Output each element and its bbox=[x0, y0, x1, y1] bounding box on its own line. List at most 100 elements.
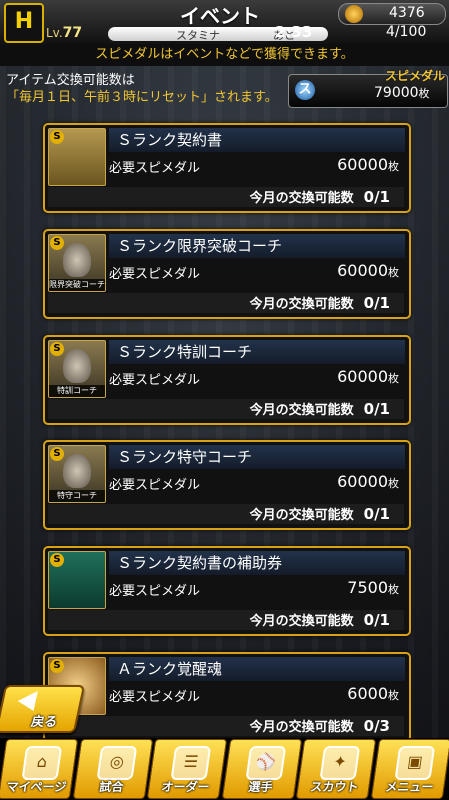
nav-item-home[interactable]: ⌂ マイページ bbox=[0, 739, 79, 799]
exchange-count-row: 今月の交換可能数 0/1 bbox=[48, 610, 404, 630]
item-price-unit: 枚 bbox=[388, 266, 399, 279]
level-prefix: Lv. bbox=[46, 26, 63, 40]
exchange-item-card[interactable]: S 特守コーチ Ｓランク特守コーチ 必要スピメダル 60000枚 今月の交換可能… bbox=[43, 440, 411, 530]
coach-icon: S 限界突破コーチ bbox=[48, 234, 106, 292]
coach-portrait bbox=[63, 243, 91, 277]
reset-info-line2: 「毎月１日、午前３時にリセット」されます。 bbox=[6, 90, 278, 105]
exchange-item-card[interactable]: S 限界突破コーチ Ｓランク限界突破コーチ 必要スピメダル 60000枚 今月の… bbox=[43, 229, 411, 319]
rank-badge-icon: S bbox=[50, 130, 64, 144]
item-name: Ｓランク特訓コーチ bbox=[109, 340, 405, 364]
back-button-label: 戻る bbox=[29, 715, 59, 730]
item-price-value: 60000 bbox=[337, 155, 388, 174]
item-price-value: 6000 bbox=[347, 684, 388, 703]
coach-icon: S 特訓コーチ bbox=[48, 340, 106, 398]
exchange-count-row: 今月の交換可能数 0/3 bbox=[48, 716, 404, 736]
rank-badge-icon: S bbox=[50, 553, 64, 567]
nav-label: オーダー bbox=[160, 780, 211, 794]
exchange-count-value: 0/3 bbox=[363, 717, 390, 735]
player-level: Lv.77 bbox=[46, 25, 82, 41]
coach-portrait bbox=[63, 454, 91, 488]
exchange-item-card[interactable]: S Ｓランク契約書 必要スピメダル 60000枚 今月の交換可能数 0/1 bbox=[43, 123, 411, 213]
item-price-unit: 枚 bbox=[388, 160, 399, 173]
nav-item-scout[interactable]: ✦ スカウト bbox=[295, 739, 377, 799]
page-title: イベント bbox=[180, 4, 260, 28]
nav-item-player[interactable]: ⚾ 選手 bbox=[221, 739, 302, 799]
required-medal-label: 必要スピメダル bbox=[109, 690, 201, 705]
rank-badge-icon: S bbox=[50, 236, 64, 250]
exchange-count-row: 今月の交換可能数 0/1 bbox=[48, 399, 404, 419]
item-price: 60000枚 bbox=[337, 472, 399, 491]
exchange-item-card[interactable]: S 特訓コーチ Ｓランク特訓コーチ 必要スピメダル 60000枚 今月の交換可能… bbox=[43, 335, 411, 425]
stamina-timer: 2:33 bbox=[275, 23, 313, 41]
coach-icon: S 特守コーチ bbox=[48, 445, 106, 503]
coach-portrait bbox=[63, 349, 91, 383]
nav-label: 試合 bbox=[97, 780, 124, 794]
medal-title: スピメダル bbox=[385, 69, 446, 83]
item-name: Ｓランク限界突破コーチ bbox=[109, 234, 405, 258]
exchange-count-value: 0/1 bbox=[363, 611, 390, 629]
coin-value: 4376 bbox=[389, 5, 425, 21]
exchange-item-card[interactable]: S Ｓランク契約書の補助券 必要スピメダル 7500枚 今月の交換可能数 0/1 bbox=[43, 546, 411, 636]
item-price: 60000枚 bbox=[337, 367, 399, 386]
lineup-icon: ☰ bbox=[170, 746, 212, 780]
ticket-icon: S bbox=[48, 551, 106, 609]
exchange-count-value: 0/1 bbox=[363, 188, 390, 206]
contract-icon: S bbox=[48, 128, 106, 186]
item-price-value: 7500 bbox=[347, 578, 388, 597]
back-arrow-icon bbox=[15, 691, 38, 711]
exchange-count-label: 今月の交換可能数 bbox=[249, 508, 354, 523]
thumb-caption: 限界突破コーチ bbox=[49, 279, 105, 291]
reset-info: アイテム交換可能数は 「毎月１日、午前３時にリセット」されます。 bbox=[6, 72, 278, 106]
item-name: Ｓランク契約書の補助券 bbox=[109, 551, 405, 575]
coin-balance[interactable]: 4376 bbox=[338, 3, 446, 25]
exchange-count-row: 今月の交換可能数 0/1 bbox=[48, 293, 404, 313]
item-name: Ｓランク特守コーチ bbox=[109, 445, 405, 469]
scout-icon: ✦ bbox=[319, 746, 361, 780]
stamina-label: スタミナ bbox=[176, 29, 220, 42]
item-price-value: 60000 bbox=[337, 472, 388, 491]
exchange-count-row: 今月の交換可能数 0/1 bbox=[48, 504, 404, 524]
item-name: Ｓランク契約書 bbox=[109, 128, 405, 152]
medal-amount: 79000 bbox=[374, 85, 419, 101]
thumb-caption: 特守コーチ bbox=[49, 490, 105, 502]
level-value: 77 bbox=[62, 25, 83, 41]
coin-icon bbox=[345, 5, 363, 23]
item-price: 6000枚 bbox=[347, 684, 399, 703]
exchange-count-value: 0/1 bbox=[363, 294, 390, 312]
item-price-unit: 枚 bbox=[388, 477, 399, 490]
item-name: Ａランク覚醒魂 bbox=[109, 657, 405, 681]
bottom-navigation: ⌂ マイページ ◎ 試合 ☰ オーダー ⚾ 選手 ✦ スカウト ▣ メニュー bbox=[0, 738, 449, 800]
required-medal-label: 必要スピメダル bbox=[109, 161, 201, 176]
nav-label: 選手 bbox=[246, 780, 273, 794]
nav-label: マイページ bbox=[5, 780, 68, 794]
nav-label: スカウト bbox=[309, 780, 360, 794]
rank-badge-icon: S bbox=[50, 342, 64, 356]
exchange-count-value: 0/1 bbox=[363, 505, 390, 523]
medal-unit: 枚 bbox=[418, 87, 430, 100]
player-icon: ⚾ bbox=[244, 746, 286, 780]
nav-item-menu[interactable]: ▣ メニュー bbox=[370, 739, 449, 799]
team-logo-icon: H bbox=[4, 3, 44, 43]
nav-item-lineup[interactable]: ☰ オーダー bbox=[146, 739, 228, 799]
rank-badge-icon: S bbox=[50, 659, 64, 673]
item-price: 60000枚 bbox=[337, 155, 399, 174]
exchange-item-card[interactable]: S Ａランク覚醒魂 必要スピメダル 6000枚 今月の交換可能数 0/3 bbox=[43, 652, 411, 742]
exchange-count-label: 今月の交換可能数 bbox=[249, 720, 354, 735]
info-banner: スピメダルはイベントなどで獲得できます。 bbox=[0, 44, 449, 66]
item-price-unit: 枚 bbox=[388, 372, 399, 385]
item-price-unit: 枚 bbox=[388, 583, 399, 596]
exchange-count-label: 今月の交換可能数 bbox=[249, 614, 354, 629]
stamina-count: 4/100 bbox=[386, 24, 427, 40]
nav-item-stadium[interactable]: ◎ 試合 bbox=[72, 739, 153, 799]
top-status-bar: H イベント Lv.77 スタミナ あと 2:33 4/100 4376 bbox=[0, 0, 449, 44]
exchange-count-label: 今月の交換可能数 bbox=[249, 297, 354, 312]
required-medal-label: 必要スピメダル bbox=[109, 373, 201, 388]
item-price-value: 60000 bbox=[337, 261, 388, 280]
item-price: 7500枚 bbox=[347, 578, 399, 597]
menu-icon: ▣ bbox=[393, 746, 435, 780]
required-medal-label: 必要スピメダル bbox=[109, 267, 201, 282]
medal-balance: スピメダル ス 79000枚 bbox=[288, 69, 448, 108]
thumb-caption: 特訓コーチ bbox=[49, 385, 105, 397]
nav-label: メニュー bbox=[383, 780, 434, 794]
back-button[interactable]: 戻る bbox=[0, 685, 86, 733]
